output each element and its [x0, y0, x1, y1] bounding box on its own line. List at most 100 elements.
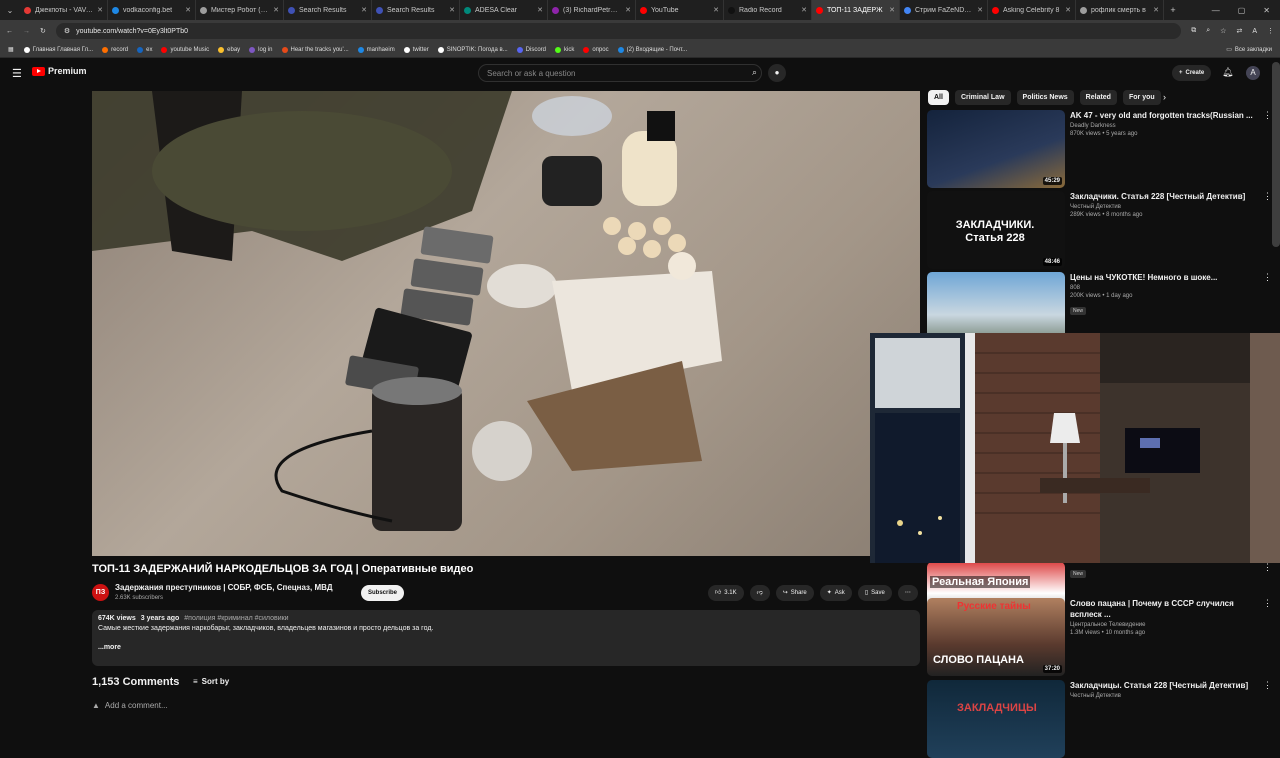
bookmark-item[interactable]: (2) Входящие - Почт...	[617, 46, 687, 53]
channel-name[interactable]: Центральное Телевидение	[1070, 622, 1258, 628]
ask-button[interactable]: ✦ Ask	[819, 585, 852, 601]
add-comment-field[interactable]: ▲ Add a comment...	[92, 701, 168, 710]
browser-tab[interactable]: Search Results ✕	[372, 0, 460, 20]
video-thumbnail[interactable]: ЗАКЛАДЧИКИ. Статья 228 48:46	[927, 191, 1065, 269]
show-more-link[interactable]: ...more	[98, 644, 914, 651]
video-thumbnail[interactable]: ЗАКЛАДЧИЦЫ	[927, 680, 1065, 758]
chevron-right-icon[interactable]: ›	[1163, 92, 1166, 102]
tab-close-icon[interactable]: ✕	[97, 6, 103, 14]
bookmark-item[interactable]: Discord	[516, 46, 546, 53]
more-icon[interactable]: ⋮	[1263, 680, 1272, 691]
tab-close-icon[interactable]: ✕	[185, 6, 191, 14]
video-title[interactable]: AK 47 - very old and forgotten tracks(Ru…	[1070, 110, 1258, 121]
new-tab-button[interactable]: +	[1164, 5, 1182, 15]
recommended-video[interactable]: 45:29 AK 47 - very old and forgotten trac…	[927, 110, 1272, 188]
channel-name[interactable]: Задержания преступников | СОБР, ФСБ, Спе…	[115, 583, 333, 592]
bookmark-item[interactable]: Hear the tracks you'...	[281, 46, 349, 53]
video-thumbnail[interactable]: Русские тайны СЛОВО ПАЦАНА 37:20	[927, 598, 1065, 676]
browser-tab[interactable]: Radio Record ✕	[724, 0, 812, 20]
browser-tab[interactable]: Search Results ✕	[284, 0, 372, 20]
minimize-icon[interactable]: —	[1212, 6, 1220, 15]
channel-avatar[interactable]: ПЗ	[92, 584, 109, 601]
browser-tab[interactable]: Стрим FaZeNDA67 ✕	[900, 0, 988, 20]
tab-close-icon[interactable]: ✕	[537, 6, 543, 14]
video-title[interactable]: Закладчики. Статья 228 [Честный Детектив…	[1070, 191, 1258, 202]
browser-tab[interactable]: Джекпоты - VAVAD ✕	[20, 0, 108, 20]
tab-close-icon[interactable]: ✕	[713, 6, 719, 14]
tab-search-icon[interactable]: ⌄	[0, 6, 20, 15]
star-icon[interactable]: ☆	[1220, 27, 1226, 35]
filter-chip[interactable]: For you	[1122, 90, 1161, 105]
browser-tab[interactable]: ADESA Clear ✕	[460, 0, 548, 20]
bookmark-item[interactable]: manhaeim	[357, 46, 395, 53]
open-in-app-icon[interactable]: ⧉	[1191, 27, 1196, 35]
recommended-video[interactable]: Русские тайны СЛОВО ПАЦАНА 37:20 Слово паца…	[927, 598, 1272, 676]
like-button[interactable]: 👍︎ 3.1K	[708, 585, 744, 601]
filter-chip[interactable]: Politics News	[1016, 90, 1074, 105]
maximize-icon[interactable]: ▢	[1238, 6, 1246, 15]
youtube-logo[interactable]: Premium	[32, 66, 87, 76]
site-info-icon[interactable]: ⚙	[64, 27, 70, 35]
mic-icon[interactable]: ●	[768, 64, 786, 82]
tab-close-icon[interactable]: ✕	[977, 6, 983, 14]
zoom-icon[interactable]: ⌕	[1206, 27, 1210, 35]
save-button[interactable]: ▯ Save	[857, 585, 892, 601]
bookmark-item[interactable]: SINOPTIK: Погода в...	[437, 46, 508, 53]
tab-close-icon[interactable]: ✕	[449, 6, 455, 14]
menu-icon[interactable]: ☰	[12, 67, 22, 80]
profile-icon[interactable]: A	[1252, 28, 1257, 35]
browser-tab[interactable]: Asking Celebrity 8 ✕	[988, 0, 1076, 20]
notifications-icon[interactable]: 🔔︎	[1222, 67, 1233, 78]
more-icon[interactable]: ⋮	[1263, 598, 1272, 609]
hashtags[interactable]: #полиция #криминал #силовики	[184, 615, 288, 622]
more-icon[interactable]: ⋮	[1263, 272, 1272, 283]
filter-chip[interactable]: Related	[1079, 90, 1117, 105]
channel-name[interactable]: Deadly Darkness	[1070, 123, 1258, 129]
sort-by-button[interactable]: ≡ Sort by	[193, 677, 229, 686]
more-icon[interactable]: ⋮	[1263, 191, 1272, 202]
tab-close-icon[interactable]: ✕	[801, 6, 807, 14]
avatar[interactable]: A	[1246, 66, 1260, 80]
page-scrollbar[interactable]	[1272, 62, 1280, 247]
tab-close-icon[interactable]: ✕	[625, 6, 631, 14]
browser-tab[interactable]: рофлик смерть в ✕	[1076, 0, 1164, 20]
all-bookmarks[interactable]: ▭ Все закладки	[1226, 46, 1272, 54]
tab-close-icon[interactable]: ✕	[273, 6, 279, 14]
filter-chip[interactable]: All	[928, 90, 949, 105]
reload-icon[interactable]: ↻	[40, 27, 46, 35]
search-icon[interactable]: ⌕	[752, 67, 757, 78]
more-icon[interactable]: ⋮	[1263, 562, 1272, 573]
browser-tab[interactable]: ТОП-11 ЗАДЕРЖ ✕	[812, 0, 900, 20]
bookmark-item[interactable]: twitter	[403, 46, 429, 53]
video-player[interactable]	[92, 91, 920, 556]
bookmark-item[interactable]: опрос	[583, 46, 609, 53]
bookmark-item[interactable]: ebay	[218, 46, 240, 53]
url-field[interactable]: ⚙ youtube.com/watch?v=0Ey3lt0PTb0	[55, 23, 1182, 39]
channel-name[interactable]: Честный Детектив	[1070, 204, 1258, 210]
create-button[interactable]: + Create	[1172, 65, 1212, 81]
bookmark-item[interactable]: youtube Music	[161, 46, 209, 53]
more-icon[interactable]: ⋮	[1263, 110, 1272, 121]
browser-tab[interactable]: YouTube ✕	[636, 0, 724, 20]
recommended-video[interactable]: ЗАКЛАДЧИЦЫ Закладчицы. Статья 228 [Честны…	[927, 680, 1272, 758]
bookmark-item[interactable]: Главная Главная Гл...	[23, 46, 93, 53]
video-title[interactable]: Слово пацана | Почему в СССР случился вс…	[1070, 598, 1258, 620]
tab-close-icon[interactable]: ✕	[889, 6, 895, 14]
search-input[interactable]: Search or ask a question ⌕	[478, 64, 762, 82]
tab-close-icon[interactable]: ✕	[361, 6, 367, 14]
translate-icon[interactable]: ⇄	[1236, 27, 1242, 35]
bookmark-item[interactable]: kick	[555, 46, 574, 53]
recommended-video[interactable]: ЗАКЛАДЧИКИ. Статья 228 48:46 Закладчики. С…	[927, 191, 1272, 269]
back-icon[interactable]: ←	[6, 28, 13, 35]
bookmark-item[interactable]: log in	[249, 46, 273, 53]
subscribe-button[interactable]: Subscribe	[361, 585, 405, 601]
dislike-button[interactable]: 👎︎	[749, 585, 770, 601]
filter-chip[interactable]: Criminal Law	[954, 90, 1011, 105]
browser-menu-icon[interactable]: ⋮	[1267, 27, 1274, 35]
video-thumbnail[interactable]: 45:29	[927, 110, 1065, 188]
channel-name[interactable]: Честный Детектив	[1070, 693, 1258, 699]
browser-tab[interactable]: Мистер Робот (1-4 ✕	[196, 0, 284, 20]
forward-icon[interactable]: →	[23, 28, 30, 35]
tab-close-icon[interactable]: ✕	[1153, 6, 1159, 14]
video-title[interactable]: Закладчицы. Статья 228 [Честный Детектив…	[1070, 680, 1258, 691]
